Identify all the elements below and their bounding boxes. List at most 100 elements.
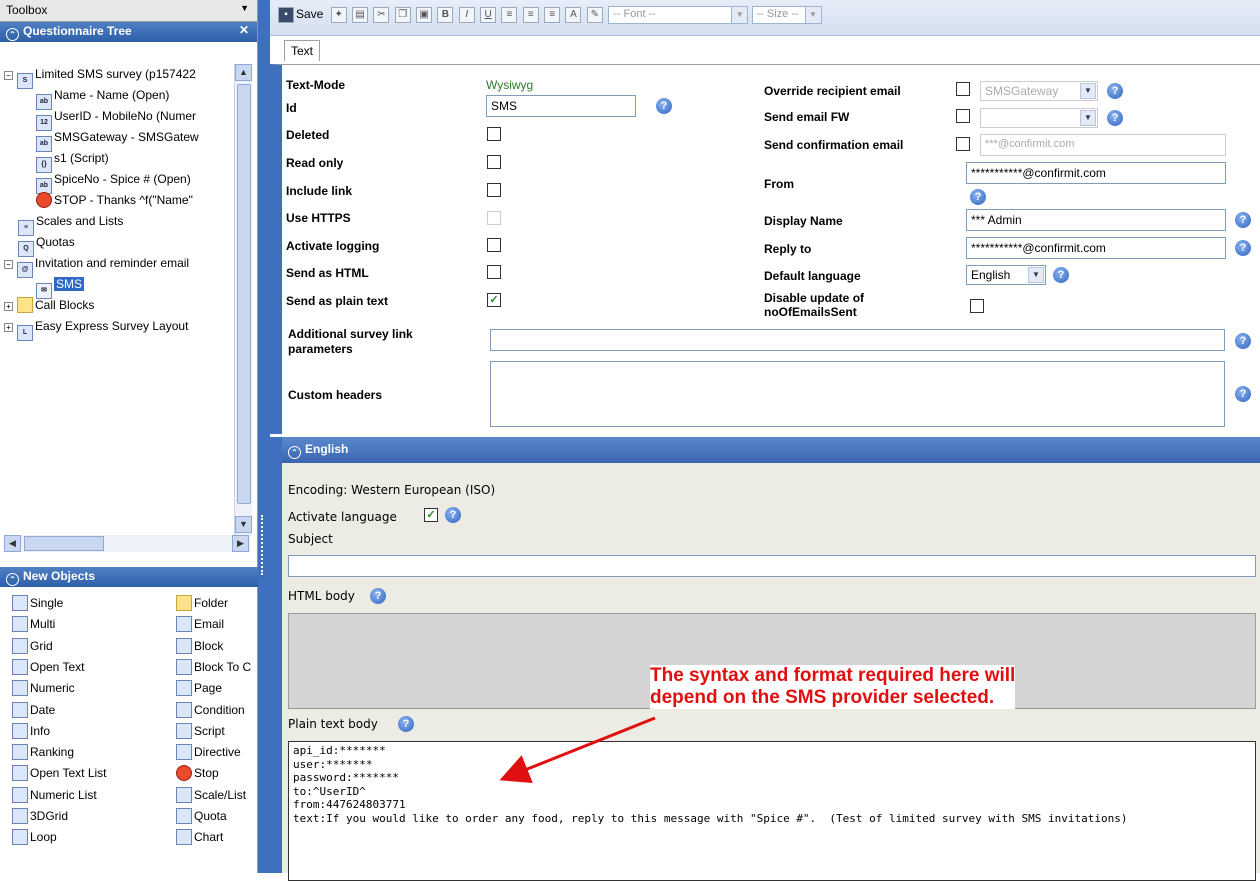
align-right-icon[interactable]: ≡	[544, 7, 561, 23]
copy-icon[interactable]: ❐	[394, 7, 411, 23]
help-icon[interactable]: ?	[1235, 240, 1251, 256]
tree-item[interactable]: {} s1 (Script)	[4, 148, 232, 173]
tree-item[interactable]: ab Name - Name (Open)	[4, 85, 232, 110]
paste-icon[interactable]: ▣	[416, 7, 433, 23]
new-object-ranking[interactable]: Ranking	[12, 742, 74, 762]
toolbox-dropdown-icon[interactable]: ▼	[240, 3, 249, 13]
help-icon[interactable]: ?	[1235, 212, 1251, 228]
new-object-info[interactable]: Info	[12, 721, 50, 741]
tree-item[interactable]: −@ Invitation and reminder email	[4, 253, 232, 278]
new-object-page[interactable]: Page	[176, 678, 222, 698]
new-object-numeric[interactable]: Numeric	[12, 678, 75, 698]
from-input[interactable]: ***********@confirmit.com	[966, 162, 1226, 184]
new-object-script[interactable]: Script	[176, 721, 225, 741]
help-icon[interactable]: ?	[1107, 110, 1123, 126]
default-language-select[interactable]: English ▼	[966, 265, 1046, 285]
custom-headers-textarea[interactable]	[490, 361, 1225, 427]
plain-text-body-textarea[interactable]: api_id:******* user:******* password:*****…	[288, 741, 1256, 881]
read-only-checkbox[interactable]	[487, 155, 501, 169]
save-button[interactable]: ▪ Save	[278, 7, 323, 23]
activate-logging-checkbox[interactable]	[487, 238, 501, 252]
italic-icon[interactable]: I	[458, 7, 475, 23]
font-select[interactable]: -- Font -- ▼	[608, 6, 749, 24]
align-left-icon[interactable]: ≡	[501, 7, 518, 23]
splitter-grip[interactable]	[261, 515, 266, 575]
id-input[interactable]: SMS	[486, 95, 636, 117]
new-objects-header[interactable]: ⌃ New Objects	[0, 567, 258, 587]
new-object-numeric-list[interactable]: Numeric List	[12, 785, 97, 805]
tree-horizontal-scrollbar[interactable]: ◀ ▶	[4, 535, 250, 552]
spellcheck-icon[interactable]: ✦	[330, 7, 347, 23]
new-object-multi[interactable]: Multi	[12, 614, 55, 634]
subject-input[interactable]	[288, 555, 1256, 577]
scroll-right-icon[interactable]: ▶	[232, 535, 249, 552]
send-html-checkbox[interactable]	[487, 265, 501, 279]
display-name-input[interactable]: *** Admin	[966, 209, 1226, 231]
new-object-quota[interactable]: Quota	[176, 806, 227, 826]
disable-update-checkbox[interactable]	[970, 299, 984, 313]
help-icon[interactable]: ?	[656, 98, 672, 114]
tree-item[interactable]: STOP - Thanks ^f("Name"	[4, 190, 232, 211]
tab-text[interactable]: Text	[284, 40, 321, 61]
hscroll-thumb[interactable]	[24, 536, 104, 551]
new-object-chart[interactable]: Chart	[176, 827, 223, 847]
scroll-down-icon[interactable]: ▼	[235, 516, 252, 533]
override-recipient-checkbox[interactable]	[956, 82, 970, 96]
help-icon[interactable]: ?	[370, 588, 386, 604]
new-object-scale-list[interactable]: Scale/List	[176, 785, 246, 805]
help-icon[interactable]: ?	[1107, 83, 1123, 99]
new-object-open-text-list[interactable]: Open Text List	[12, 763, 107, 783]
new-object-date[interactable]: Date	[12, 700, 55, 720]
new-object-condition[interactable]: Condition	[176, 700, 245, 720]
override-recipient-select[interactable]: SMSGateway ▼	[980, 81, 1098, 101]
collapse-tree-icon[interactable]: −	[4, 71, 13, 80]
scroll-left-icon[interactable]: ◀	[4, 535, 21, 552]
new-object-block[interactable]: Block	[176, 636, 223, 656]
deleted-checkbox[interactable]	[487, 127, 501, 141]
tree-item[interactable]: + Call Blocks	[4, 295, 232, 316]
help-icon[interactable]: ?	[1235, 333, 1251, 349]
tree-item[interactable]: ≡ Scales and Lists	[4, 211, 232, 236]
collapse-icon[interactable]: ⌃	[288, 446, 301, 459]
collapse-icon[interactable]: ⌃	[6, 28, 19, 41]
scroll-thumb[interactable]	[237, 84, 251, 504]
tree-item[interactable]: −S Limited SMS survey (p157422	[4, 64, 232, 89]
tree-vertical-scrollbar[interactable]: ▲ ▼	[234, 64, 252, 537]
new-object-grid[interactable]: Grid	[12, 636, 53, 656]
new-object-stop[interactable]: Stop	[176, 763, 219, 783]
new-object-block-to-c[interactable]: Block To C	[176, 657, 251, 677]
document-icon[interactable]: ▤	[352, 7, 369, 23]
text-mode-value[interactable]: Wysiwyg	[486, 78, 533, 92]
align-center-icon[interactable]: ≡	[522, 7, 539, 23]
scroll-up-icon[interactable]: ▲	[235, 64, 252, 81]
help-icon[interactable]: ?	[1053, 267, 1069, 283]
collapse-icon[interactable]: ⌃	[6, 573, 19, 586]
send-plain-checkbox[interactable]: ✓	[487, 293, 501, 307]
tree-item[interactable]: Q Quotas	[4, 232, 232, 257]
toolbox-header[interactable]: Toolbox ▼	[0, 0, 257, 22]
tree-item[interactable]: ✉ SMS	[4, 274, 232, 299]
expand-tree-icon[interactable]: +	[4, 323, 13, 332]
new-object-single[interactable]: Single	[12, 593, 63, 613]
use-https-checkbox[interactable]	[487, 211, 501, 225]
tree-item[interactable]: ab SpiceNo - Spice # (Open)	[4, 169, 232, 194]
underline-icon[interactable]: U	[480, 7, 497, 23]
confirmation-email-input[interactable]: ***@confirmit.com	[980, 134, 1226, 156]
new-object-directive[interactable]: Directive	[176, 742, 241, 762]
font-color-icon[interactable]: A	[565, 7, 582, 23]
bold-icon[interactable]: B	[437, 7, 454, 23]
language-header[interactable]: ⌃ English	[282, 437, 1260, 463]
include-link-checkbox[interactable]	[487, 183, 501, 197]
size-select[interactable]: -- Size -- ▼	[751, 6, 822, 24]
help-icon[interactable]: ?	[970, 189, 986, 205]
new-object-email[interactable]: Email	[176, 614, 224, 634]
new-object-open-text[interactable]: Open Text	[12, 657, 84, 677]
tree-item[interactable]: 12 UserID - MobileNo (Numer	[4, 106, 232, 131]
help-icon[interactable]: ?	[1235, 386, 1251, 402]
additional-params-input[interactable]	[490, 329, 1225, 351]
help-icon[interactable]: ?	[445, 507, 461, 523]
reply-to-input[interactable]: ***********@confirmit.com	[966, 237, 1226, 259]
tree-item[interactable]: + L Easy Express Survey Layout	[4, 316, 232, 341]
send-confirmation-checkbox[interactable]	[956, 137, 970, 151]
new-object-folder[interactable]: Folder	[176, 593, 228, 613]
